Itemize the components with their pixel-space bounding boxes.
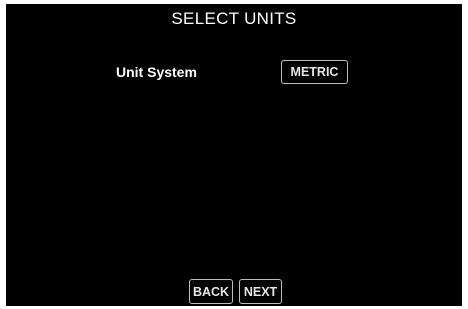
next-button[interactable]: NEXT	[239, 279, 282, 304]
back-button[interactable]: BACK	[189, 279, 233, 304]
unit-system-label: Unit System	[116, 64, 197, 80]
select-units-screen: SELECT UNITS Unit System METRIC BACK NEX…	[6, 4, 462, 306]
page-title: SELECT UNITS	[171, 9, 297, 28]
unit-system-toggle-button[interactable]: METRIC	[281, 60, 348, 84]
